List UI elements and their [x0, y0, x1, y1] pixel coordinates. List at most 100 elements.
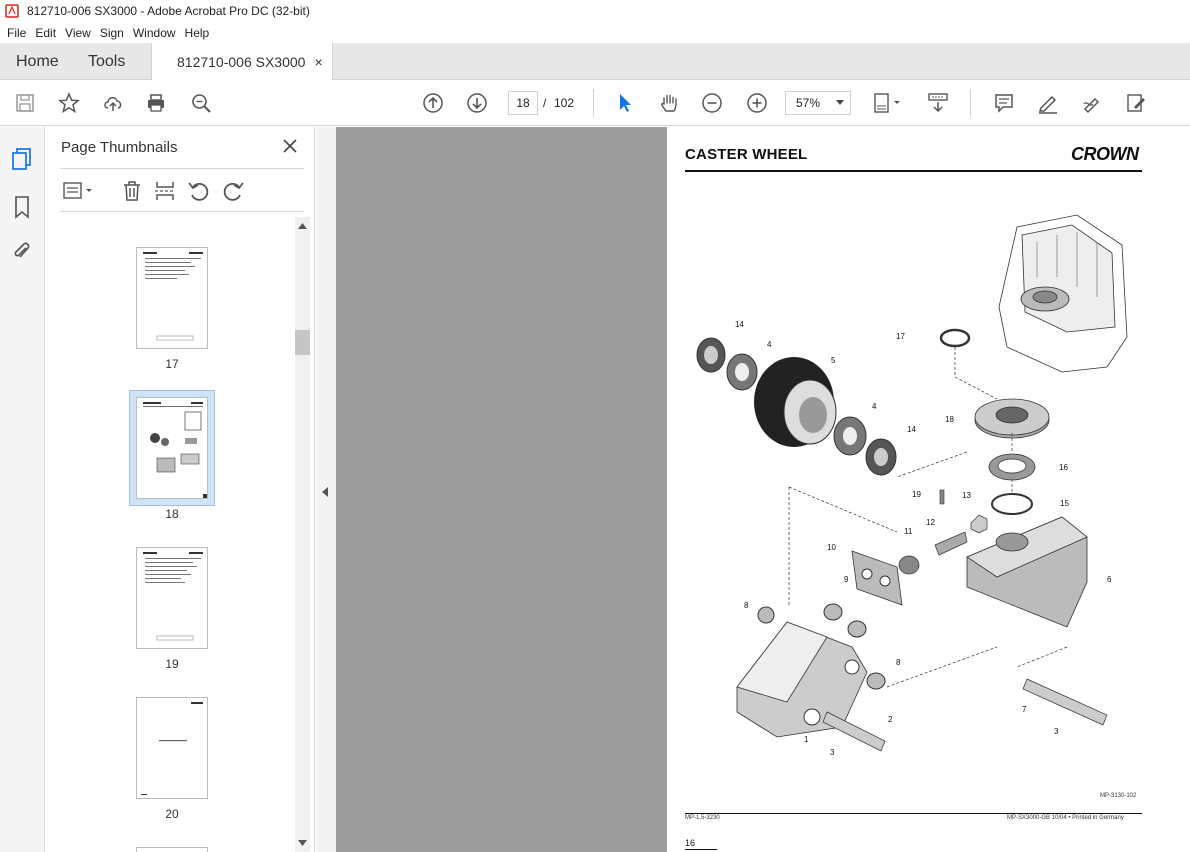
thumbnail-preview	[143, 552, 203, 641]
toolbar-divider	[593, 89, 594, 117]
next-page-icon[interactable]	[465, 91, 489, 115]
collapse-panel-icon[interactable]	[322, 487, 328, 497]
title-bar: 812710-006 SX3000 - Adobe Acrobat Pro DC…	[0, 0, 1190, 22]
svg-text:13: 13	[962, 491, 971, 500]
tab-tools[interactable]: Tools	[88, 43, 125, 80]
wheel-assembly	[696, 337, 897, 476]
thumbnail-options-icon[interactable]	[62, 179, 96, 203]
svg-text:10: 10	[827, 543, 836, 552]
rotate-counterclockwise-icon[interactable]	[187, 179, 211, 203]
zoom-search-icon[interactable]	[189, 91, 213, 115]
svg-text:12: 12	[926, 518, 935, 527]
exploded-parts-diagram: 14 4 5 4 14 17 18 16 19 13 15 12 11 10 9…	[696, 214, 1128, 757]
left-rail	[0, 127, 45, 852]
svg-text:15: 15	[1060, 499, 1069, 508]
svg-text:3: 3	[830, 748, 835, 757]
save-icon[interactable]	[13, 91, 37, 115]
svg-text:14: 14	[907, 425, 916, 434]
upload-cloud-icon[interactable]	[101, 91, 125, 115]
extract-page-icon[interactable]	[153, 179, 177, 203]
page-separator: /	[543, 96, 547, 110]
previous-page-icon[interactable]	[421, 91, 445, 115]
print-icon[interactable]	[144, 91, 168, 115]
svg-text:6: 6	[1107, 575, 1112, 584]
panel-title: Page Thumbnails	[61, 139, 178, 156]
svg-text:2: 2	[888, 715, 893, 724]
page-thumbnail[interactable]	[136, 697, 208, 799]
tab-home[interactable]: Home	[16, 43, 59, 80]
zoom-level-select[interactable]: 57%	[785, 91, 851, 115]
page-number-input[interactable]: 18	[508, 91, 538, 115]
scrollbar-thumb[interactable]	[295, 330, 310, 355]
menu-window[interactable]: Window	[133, 26, 176, 40]
panel-toolbar	[60, 168, 304, 212]
page-thumbnail[interactable]	[136, 247, 208, 349]
bookmarks-icon[interactable]	[11, 195, 33, 219]
svg-text:8: 8	[896, 658, 901, 667]
pdf-page: CASTER WHEEL CROWN 14 4 5 4 14 17 18 16 …	[667, 127, 1190, 852]
fill-sign-icon[interactable]	[1124, 91, 1148, 115]
select-cursor-icon[interactable]	[613, 91, 637, 115]
hand-tool-icon[interactable]	[657, 91, 681, 115]
attachments-icon[interactable]	[11, 240, 33, 264]
tab-close-icon[interactable]: ×	[314, 54, 322, 70]
thumbnail-label: 19	[165, 657, 179, 671]
menu-help[interactable]: Help	[185, 26, 210, 40]
menu-sign[interactable]: Sign	[100, 26, 124, 40]
svg-text:3: 3	[1054, 727, 1059, 736]
menu-file[interactable]: File	[7, 26, 26, 40]
page-view-icon[interactable]	[871, 91, 905, 115]
zoom-in-icon[interactable]	[745, 91, 769, 115]
delete-page-icon[interactable]	[120, 179, 144, 203]
tab-document[interactable]: 812710-006 SX3000 ×	[151, 43, 333, 81]
close-icon[interactable]	[281, 137, 299, 155]
page-thumbnail[interactable]	[136, 547, 208, 649]
thumbnail-preview	[141, 702, 203, 795]
caster-fork	[966, 516, 1088, 628]
rotate-clockwise-icon[interactable]	[221, 179, 245, 203]
menu-edit[interactable]: Edit	[35, 26, 56, 40]
menu-view[interactable]: View	[65, 26, 91, 40]
page-number: 16	[685, 838, 696, 848]
page-total: 102	[554, 96, 575, 110]
tab-document-label: 812710-006 SX3000	[177, 54, 306, 70]
svg-text:5: 5	[831, 356, 836, 365]
toolbar-divider	[970, 89, 971, 117]
scroll-up-icon[interactable]	[298, 223, 307, 229]
base-bracket	[736, 621, 868, 738]
svg-text:18: 18	[945, 415, 954, 424]
svg-text:8: 8	[744, 601, 749, 610]
thumbnail-list: 17 18 19 20	[45, 219, 295, 852]
scroll-down-icon[interactable]	[298, 840, 307, 846]
highlight-pen-icon[interactable]	[1036, 91, 1060, 115]
window-title: 812710-006 SX3000 - Adobe Acrobat Pro DC…	[27, 4, 310, 18]
page-thumbnail-selected[interactable]	[136, 397, 208, 499]
page-number-rule	[685, 849, 717, 850]
frame-assembly	[998, 214, 1128, 373]
svg-text:14: 14	[735, 320, 744, 329]
page-thumbnail[interactable]	[136, 847, 208, 852]
figure-id: MP-3130-102	[1100, 793, 1137, 799]
thumbnail-preview	[143, 252, 203, 341]
footer-right: MP-SX3000-GB 10/04 • Printed in Germany	[1007, 815, 1124, 821]
tab-bar: Home Tools 812710-006 SX3000 ×	[0, 43, 1190, 81]
svg-text:4: 4	[872, 402, 877, 411]
svg-text:19: 19	[912, 490, 921, 499]
svg-text:11: 11	[904, 527, 913, 536]
thumbnail-scrollbar[interactable]	[295, 217, 310, 852]
scrolling-mode-icon[interactable]	[926, 91, 950, 115]
thumbnail-preview	[143, 402, 207, 498]
svg-text:9: 9	[844, 575, 849, 584]
draw-tool-icon[interactable]	[1080, 91, 1104, 115]
thumbnail-label: 20	[165, 807, 179, 821]
zoom-out-icon[interactable]	[700, 91, 724, 115]
thumbnail-label: 17	[165, 357, 179, 371]
bookmark-star-icon[interactable]	[57, 91, 81, 115]
footer-left: MP-1.5-3230	[685, 815, 720, 821]
chevron-down-icon	[836, 100, 844, 105]
acrobat-app-icon	[5, 4, 19, 18]
comment-icon[interactable]	[992, 91, 1016, 115]
page-thumbnails-icon[interactable]	[11, 147, 33, 171]
bearing-housing	[974, 398, 1050, 439]
svg-text:17: 17	[896, 332, 905, 341]
